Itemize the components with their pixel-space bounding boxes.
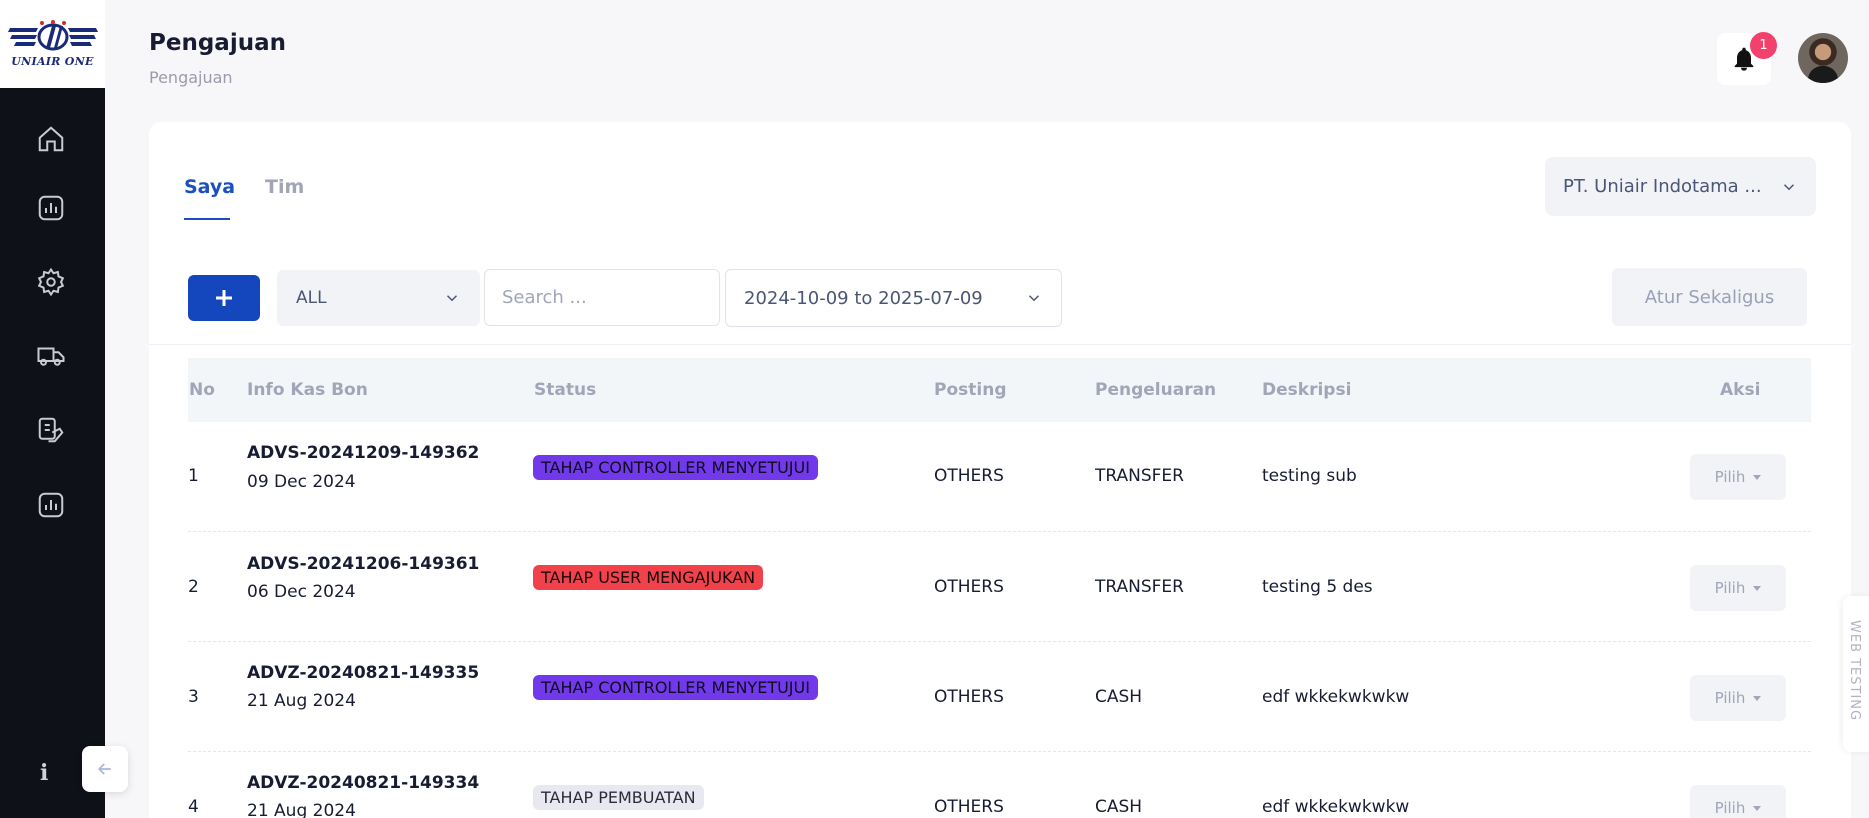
row-pengeluaran: TRANSFER xyxy=(1095,577,1184,597)
chevron-down-icon xyxy=(443,289,461,307)
row-posting: OTHERS xyxy=(934,687,1004,707)
sidebar-item-delivery[interactable] xyxy=(33,338,69,374)
sidebar-item-payment[interactable] xyxy=(33,412,69,448)
divider xyxy=(149,344,1851,345)
side-tab-label: WEB TESTING xyxy=(1847,620,1862,722)
row-number: 3 xyxy=(188,687,199,707)
report-chart-icon xyxy=(38,492,64,518)
plus-icon xyxy=(216,290,232,306)
row-code[interactable]: ADVZ-20240821-149335 xyxy=(247,663,479,683)
notification-badge: 1 xyxy=(1750,32,1777,59)
table-row: 1 ADVS-20241209-149362 09 Dec 2024 TAHAP… xyxy=(188,422,1811,532)
user-avatar[interactable] xyxy=(1798,33,1848,83)
sidebar-item-home[interactable] xyxy=(33,121,69,157)
column-header-status: Status xyxy=(534,380,597,400)
tab-saya[interactable]: Saya xyxy=(184,176,235,198)
row-deskripsi: edf wkkekwkwkw xyxy=(1262,687,1410,707)
row-action-label: Pilih xyxy=(1714,579,1746,597)
row-posting: OTHERS xyxy=(934,797,1004,817)
gear-icon xyxy=(37,267,65,297)
row-code[interactable]: ADVS-20241209-149362 xyxy=(247,443,479,463)
row-date: 06 Dec 2024 xyxy=(247,582,356,602)
row-code[interactable]: ADVS-20241206-149361 xyxy=(247,554,479,574)
row-posting: OTHERS xyxy=(934,466,1004,486)
row-code[interactable]: ADVZ-20240821-149334 xyxy=(247,773,479,793)
caret-down-icon xyxy=(1753,585,1762,591)
date-range-select[interactable]: 2024-10-09 to 2025-07-09 xyxy=(725,269,1062,327)
type-filter-value: ALL xyxy=(296,288,327,308)
row-deskripsi: testing sub xyxy=(1262,466,1357,486)
logo-text: UNIAIR ONE xyxy=(11,55,94,68)
search-input[interactable] xyxy=(484,269,720,326)
web-testing-side-tab[interactable]: WEB TESTING xyxy=(1843,596,1869,752)
caret-down-icon xyxy=(1753,695,1762,701)
page-title: Pengajuan xyxy=(149,30,286,56)
row-pengeluaran: CASH xyxy=(1095,797,1143,817)
row-action-button[interactable]: Pilih xyxy=(1690,454,1786,500)
row-pengeluaran: CASH xyxy=(1095,687,1143,707)
row-action-button[interactable]: Pilih xyxy=(1690,565,1786,611)
sidebar-collapse-button[interactable] xyxy=(82,746,128,792)
row-deskripsi: testing 5 des xyxy=(1262,577,1373,597)
bar-chart-icon xyxy=(38,195,64,221)
table-row: 3 ADVZ-20240821-149335 21 Aug 2024 TAHAP… xyxy=(188,642,1811,752)
breadcrumb[interactable]: Pengajuan xyxy=(149,68,233,87)
status-badge: TAHAP PEMBUATAN xyxy=(533,785,704,810)
row-action-button[interactable]: Pilih xyxy=(1690,785,1786,818)
home-icon xyxy=(38,126,64,152)
row-number: 1 xyxy=(188,466,199,486)
company-select-value: PT. Uniair Indotama ... xyxy=(1563,176,1762,197)
bulk-action-button[interactable]: Atur Sekaligus xyxy=(1612,268,1807,326)
truck-icon xyxy=(37,347,65,366)
row-number: 2 xyxy=(188,577,199,597)
column-header-info: Info Kas Bon xyxy=(247,380,368,400)
column-header-no: No xyxy=(189,380,215,400)
sidebar: UNIAIR ONE i xyxy=(0,0,105,818)
sidebar-item-settings[interactable] xyxy=(33,264,69,300)
row-action-button[interactable]: Pilih xyxy=(1690,675,1786,721)
row-posting: OTHERS xyxy=(934,577,1004,597)
caret-down-icon xyxy=(1753,474,1762,480)
status-badge: TAHAP CONTROLLER MENYETUJUI xyxy=(533,675,818,700)
row-action-label: Pilih xyxy=(1714,468,1746,486)
sidebar-item-dashboard[interactable] xyxy=(33,190,69,226)
column-header-posting: Posting xyxy=(934,380,1007,400)
status-badge: TAHAP CONTROLLER MENYETUJUI xyxy=(533,455,818,480)
company-select[interactable]: PT. Uniair Indotama ... xyxy=(1545,157,1816,216)
row-action-label: Pilih xyxy=(1714,689,1746,707)
row-pengeluaran: TRANSFER xyxy=(1095,466,1184,486)
tab-tim[interactable]: Tim xyxy=(265,176,304,198)
row-date: 21 Aug 2024 xyxy=(247,801,356,818)
payment-hand-icon xyxy=(38,417,64,443)
table-row: 4 ADVZ-20240821-149334 21 Aug 2024 TAHAP… xyxy=(188,752,1811,818)
column-header-aksi: Aksi xyxy=(1720,380,1761,400)
table-header: No Info Kas Bon Status Posting Pengeluar… xyxy=(188,358,1811,422)
logo-wings-icon xyxy=(7,20,98,51)
chevron-down-icon xyxy=(1780,178,1798,196)
row-number: 4 xyxy=(188,797,199,817)
tab-active-indicator xyxy=(184,218,230,220)
date-range-value: 2024-10-09 to 2025-07-09 xyxy=(744,287,983,309)
column-header-pengeluaran: Pengeluaran xyxy=(1095,380,1217,400)
logo[interactable]: UNIAIR ONE xyxy=(0,0,105,88)
caret-down-icon xyxy=(1753,805,1762,811)
sidebar-item-report[interactable] xyxy=(33,487,69,523)
info-icon[interactable]: i xyxy=(40,760,48,786)
status-badge: TAHAP USER MENGAJUKAN xyxy=(533,565,764,590)
column-header-deskripsi: Deskripsi xyxy=(1262,380,1352,400)
arrow-left-icon xyxy=(97,763,111,775)
table-row: 2 ADVS-20241206-149361 06 Dec 2024 TAHAP… xyxy=(188,532,1811,642)
row-date: 09 Dec 2024 xyxy=(247,472,356,492)
add-button[interactable] xyxy=(188,275,260,321)
chevron-down-icon xyxy=(1025,289,1043,307)
row-deskripsi: edf wkkekwkwkw xyxy=(1262,797,1410,817)
row-action-label: Pilih xyxy=(1714,799,1746,817)
row-date: 21 Aug 2024 xyxy=(247,691,356,711)
type-filter-select[interactable]: ALL xyxy=(277,270,480,326)
